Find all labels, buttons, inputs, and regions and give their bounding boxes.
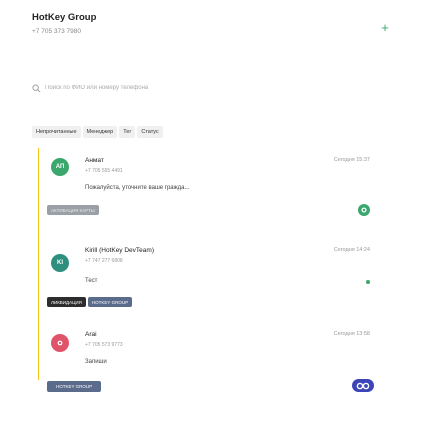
org-phone: +7 705 373 7980 (32, 28, 81, 35)
tag-hotkey-group[interactable]: Hotkey group (87, 297, 133, 307)
message-time: Сегодня 14:24 (333, 247, 370, 253)
contact-phone: +7 705 573 9773 (85, 342, 123, 348)
link-icon (356, 382, 370, 389)
last-message: Пожалуйста, уточните ваше граждa... (85, 185, 190, 191)
filter-bar: Непрочитанные Менеджер Тег Статус (32, 126, 163, 138)
contact-phone: +7 747 277 6808 (85, 258, 123, 264)
status-channels-icon[interactable] (352, 379, 374, 392)
filter-status[interactable]: Статус (137, 126, 163, 138)
message-time: Сегодня 15:37 (333, 157, 370, 163)
tag-list: Ликвидация Hotkey group (47, 297, 133, 307)
filter-tag[interactable]: Тег (119, 126, 136, 138)
tag-card-activation[interactable]: Активация карты (47, 205, 99, 215)
contact-name: Анмат (85, 157, 104, 164)
chat-bubble-icon (361, 207, 367, 213)
add-chat-button[interactable]: + (378, 20, 392, 36)
avatar: KI (51, 254, 69, 272)
last-message: Тест (85, 278, 98, 284)
search-bar[interactable] (32, 82, 392, 94)
tag-liquidation[interactable]: Ликвидация (47, 297, 86, 307)
conversation-item[interactable]: АП Анмат +7 705 555 4491 Сегодня 15:37 П… (38, 152, 398, 232)
online-status-dot (366, 280, 370, 284)
avatar (51, 334, 69, 352)
avatar: АП (51, 158, 69, 176)
tag-hotkey-group[interactable]: Hotkey group (47, 381, 102, 392)
org-name: HotKey Group (32, 12, 97, 23)
contact-name: Kirill (HotKey DevTeam) (85, 247, 154, 254)
contact-phone: +7 705 555 4491 (85, 168, 123, 174)
last-message: Запиши (85, 359, 107, 365)
search-input[interactable] (45, 85, 345, 91)
conversation-item[interactable]: Arai +7 705 573 9773 Сегодня 13:58 Запиш… (38, 326, 398, 402)
contact-name: Arai (85, 331, 97, 338)
chat-header: HotKey Group +7 705 373 7980 + (32, 12, 392, 46)
status-chat-icon[interactable] (358, 204, 370, 216)
message-time: Сегодня 13:58 (333, 331, 370, 337)
plus-icon: + (381, 20, 389, 35)
avatar-user-icon (57, 340, 63, 346)
search-icon (32, 83, 41, 92)
conversation-item[interactable]: KI Kirill (HotKey DevTeam) +7 747 277 68… (38, 242, 398, 312)
filter-manager[interactable]: Менеджер (82, 126, 118, 138)
filter-unread[interactable]: Непрочитанные (32, 126, 81, 138)
